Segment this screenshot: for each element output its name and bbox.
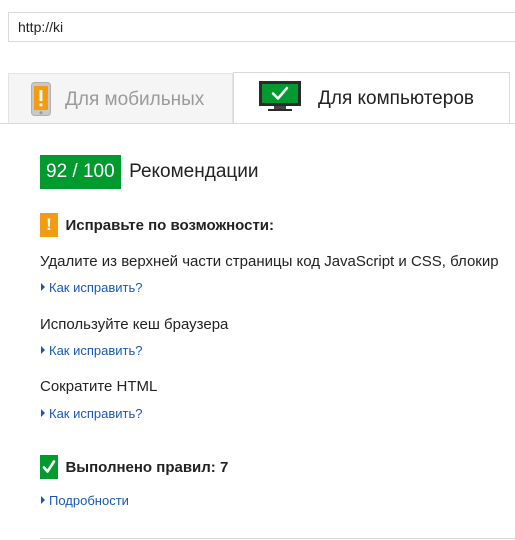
device-tabs: Для мобильных Для компьютеров [0, 72, 515, 124]
fix-section-header: ! Исправьте по возможности: [40, 213, 274, 237]
rule-browser-cache: Используйте кеш браузера [40, 316, 229, 333]
desktop-monitor-icon [259, 81, 301, 111]
warning-icon: ! [40, 213, 58, 237]
checkmark-icon [40, 455, 58, 479]
section-divider [40, 538, 515, 539]
rule-minify-html: Сократите HTML [40, 378, 158, 395]
expand-triangle-icon [41, 409, 45, 417]
details-link-label: Подробности [49, 493, 129, 508]
how-to-fix-link-3[interactable]: Как исправить? [41, 406, 143, 421]
score-label: Рекомендации [129, 161, 259, 182]
details-link[interactable]: Подробности [41, 493, 129, 508]
tab-desktop[interactable]: Для компьютеров [233, 72, 510, 124]
passed-section-title: Выполнено правил: 7 [65, 458, 229, 476]
fix-section-title: Исправьте по возможности: [65, 216, 275, 234]
tab-divider [0, 123, 515, 124]
url-bar[interactable] [8, 12, 515, 42]
expand-triangle-icon [41, 346, 45, 354]
expand-triangle-icon [41, 496, 45, 504]
page-insights-report: Для мобильных Для компьютеров 92 / 100 Р… [0, 0, 515, 540]
passed-section-header: Выполнено правил: 7 [40, 455, 228, 479]
how-to-fix-link-3-label: Как исправить? [49, 406, 143, 421]
mobile-phone-icon [31, 82, 51, 116]
how-to-fix-link-2[interactable]: Как исправить? [41, 343, 143, 358]
url-input[interactable] [9, 13, 515, 41]
score-summary: 92 / 100 Рекомендации [40, 155, 259, 189]
expand-triangle-icon [41, 283, 45, 291]
how-to-fix-link-2-label: Как исправить? [49, 343, 143, 358]
rule-render-blocking: Удалите из верхней части страницы код Ja… [40, 253, 499, 270]
tab-mobile[interactable]: Для мобильных [8, 73, 233, 123]
how-to-fix-link-1-label: Как исправить? [49, 280, 143, 295]
how-to-fix-link-1[interactable]: Как исправить? [41, 280, 143, 295]
score-badge: 92 / 100 [40, 155, 121, 189]
tab-desktop-label: Для компьютеров [318, 88, 474, 109]
tab-mobile-label: Для мобильных [65, 89, 205, 110]
